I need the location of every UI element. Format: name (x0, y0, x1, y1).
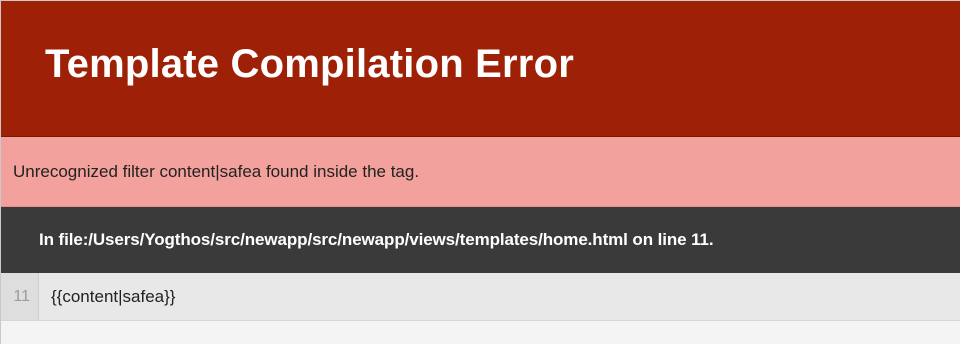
code-line: 11 {{content|safea}} (1, 273, 960, 321)
error-file-info: In file:/Users/Yogthos/src/newapp/src/ne… (1, 207, 960, 273)
error-page: Template Compilation Error Unrecognized … (0, 0, 960, 344)
error-file-info-text: In file:/Users/Yogthos/src/newapp/src/ne… (39, 230, 714, 249)
error-header: Template Compilation Error (1, 1, 960, 137)
error-title: Template Compilation Error (45, 42, 574, 86)
code-line-text: {{content|safea}} (51, 286, 176, 306)
line-number: 11 (1, 273, 39, 320)
page-remainder (1, 321, 960, 344)
error-message-text: Unrecognized filter content|safea found … (13, 161, 420, 181)
error-message: Unrecognized filter content|safea found … (1, 137, 960, 207)
